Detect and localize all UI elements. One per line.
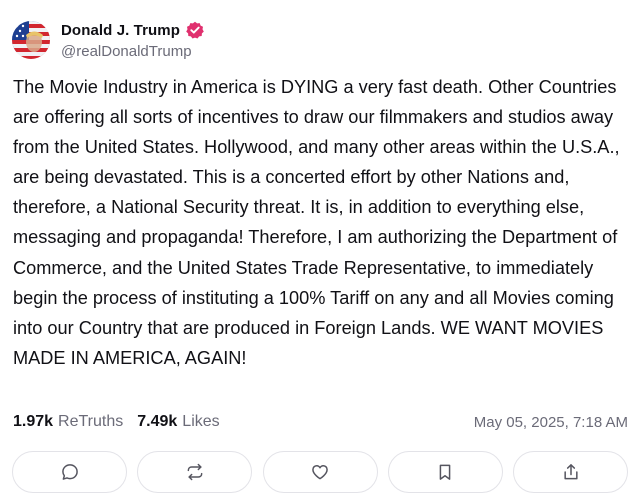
author-name-row: Donald J. Trump: [61, 20, 204, 40]
retruth-icon: [187, 463, 203, 481]
likes-count: 7.49k: [137, 413, 178, 430]
post-action-bar: [12, 451, 628, 493]
share-icon: [563, 464, 578, 480]
bookmark-button[interactable]: [387, 451, 503, 493]
author-names: Donald J. Trump @realDonaldTrump: [61, 20, 204, 60]
retruth-button[interactable]: [137, 451, 253, 493]
post-body-text: The Movie Industry in America is DYING a…: [13, 77, 620, 368]
likes-label: Likes: [182, 413, 220, 430]
retruths-label: ReTruths: [58, 413, 124, 430]
truth-post: Donald J. Trump @realDonaldTrump The Mov…: [0, 0, 640, 504]
retruths-count: 1.97k: [13, 413, 54, 430]
reply-button[interactable]: [12, 451, 127, 493]
author-handle[interactable]: @realDonaldTrump: [61, 43, 204, 60]
like-icon: [312, 465, 328, 480]
share-button[interactable]: [513, 451, 628, 493]
post-timestamp[interactable]: May 05, 2025, 7:18 AM: [474, 414, 628, 431]
post-stats: 1.97k ReTruths 7.49k Likes May 05, 2025,…: [13, 410, 628, 434]
retruths-stat[interactable]: 1.97k ReTruths: [13, 413, 123, 431]
avatar-flag-icon: [12, 21, 50, 59]
reply-icon: [61, 464, 78, 480]
verified-badge-icon: [186, 21, 204, 39]
author-display-name[interactable]: Donald J. Trump: [61, 22, 180, 39]
bookmark-icon: [439, 464, 451, 480]
likes-stat[interactable]: 7.49k Likes: [137, 413, 219, 431]
post-header: Donald J. Trump @realDonaldTrump: [12, 18, 204, 62]
like-button[interactable]: [262, 451, 378, 493]
author-avatar[interactable]: [12, 21, 50, 59]
